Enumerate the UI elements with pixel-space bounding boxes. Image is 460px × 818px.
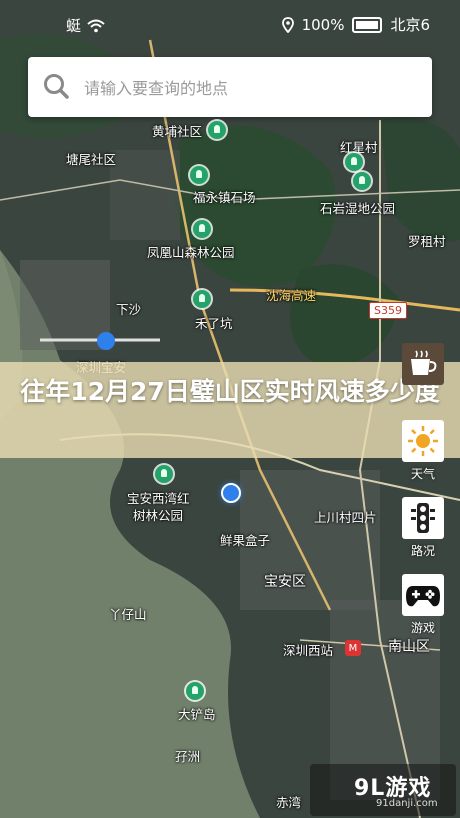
status-right-text: 北京6 [390,16,430,34]
title-banner: 往年12月27日璧山区实时风速多少度 [0,362,460,458]
traffic-light-icon [411,503,435,533]
wifi-icon [87,19,105,32]
map-label[interactable]: 下沙 [116,299,141,318]
map-label[interactable]: 深圳西站 [283,640,333,659]
side-button-label: 游戏 [410,621,435,635]
game-button[interactable] [402,574,444,616]
coffee-button[interactable] [402,343,444,385]
coffee-cup-icon [411,350,437,375]
map-label[interactable]: 赤湾 [276,792,301,811]
battery-percent: 100% [301,15,345,34]
map-label[interactable]: 宝安区 [264,571,306,591]
poi-marker[interactable] [193,220,211,238]
airport-icon[interactable] [97,332,115,350]
poi-marker[interactable] [186,682,204,700]
status-bar: 蜓 100% 北京6 [0,0,460,50]
map-label[interactable]: 丫仔山 [109,604,147,623]
search-icon[interactable] [42,72,70,100]
search-input[interactable] [82,71,416,105]
watermark-url: 91danji.com [376,798,438,809]
weather-button[interactable] [402,420,444,462]
map-label[interactable]: 凤凰山森林公园 [147,242,235,261]
map-label[interactable]: 福永镇石场 [193,187,256,206]
map-label[interactable]: 孖洲 [175,746,200,765]
banner-title: 往年12月27日璧山区实时风速多少度 [20,377,440,406]
urban-area [20,260,110,350]
map-label[interactable]: 黄埔社区 [152,121,202,140]
poi-marker[interactable] [353,172,371,190]
map-label[interactable]: 石岩湿地公园 [320,198,395,217]
road-badge: S359 [369,302,407,319]
sun-icon [408,426,438,456]
map-label[interactable]: 禾了坑 [195,313,233,332]
poi-marker[interactable] [193,290,211,308]
map-label[interactable]: 罗租村 [408,231,446,250]
poi-marker[interactable] [155,465,173,483]
map-label[interactable]: 大铲岛 [178,704,216,723]
gamepad-icon [406,586,440,607]
status-left: 蜓 [66,15,105,36]
status-right: 100% 北京6 [281,14,430,35]
map-label[interactable]: 沈海高速 [266,285,316,304]
map-label[interactable]: 鲜果盒子 [220,530,270,549]
map-label[interactable]: 上川村四片 [314,507,377,526]
urban-area [110,150,180,240]
map-label[interactable]: 树林公园 [133,505,183,524]
metro-icon[interactable]: M [345,640,361,656]
side-button-label: 天气 [410,467,435,481]
battery-icon [352,16,383,33]
side-button-label: 路况 [410,544,435,558]
site-watermark: 9L游戏 91danji.com [310,764,456,816]
map-label[interactable]: 红星村 [340,137,378,156]
map-label[interactable]: 塘尾社区 [66,149,116,168]
poi-marker[interactable] [190,166,208,184]
poi-marker[interactable] [208,121,226,139]
traffic-button[interactable] [402,497,444,539]
status-left-text: 蜓 [66,17,82,35]
search-bar[interactable] [28,57,432,117]
poi-marker[interactable] [345,153,363,171]
location-pin-icon [281,16,294,33]
current-location-dot [221,483,241,503]
map-label[interactable]: 南山区 [388,636,430,656]
